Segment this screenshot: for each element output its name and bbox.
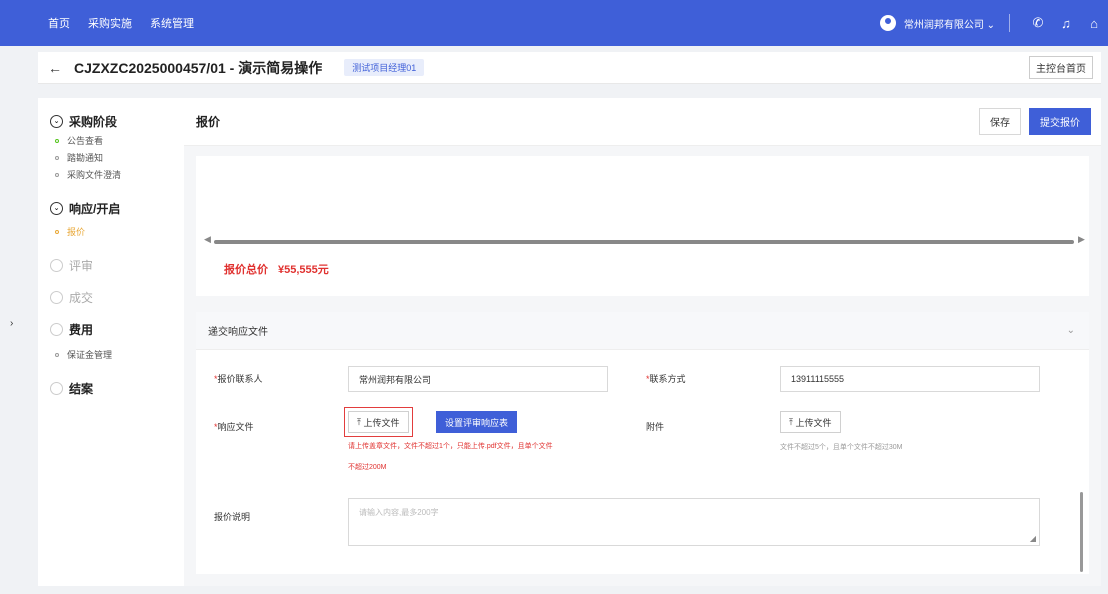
chevron-down-icon[interactable]: ⌄ — [1067, 325, 1075, 336]
contact-label: *报价联系人 — [214, 374, 263, 384]
item-label: 采购文件澄清 — [67, 170, 122, 180]
step-dot-icon — [55, 155, 59, 160]
section-title: 报价 — [196, 115, 221, 129]
attachment-label: 附件 — [646, 422, 665, 432]
scroll-left-icon[interactable]: ◀ — [204, 234, 211, 245]
item-label: 保证金管理 — [67, 350, 113, 360]
stage-close[interactable]: 结案 — [38, 377, 184, 399]
phone-label: *联系方式 — [646, 374, 686, 384]
textarea-placeholder: 请输入内容,最多200字 — [359, 508, 439, 517]
step-dot-icon — [55, 352, 59, 357]
total-value: ¥55,555元 — [278, 264, 329, 276]
scroll-right-icon[interactable]: ▶ — [1078, 234, 1085, 245]
console-home-button[interactable]: 主控台首页 — [1029, 56, 1093, 79]
sidebar-item-quote[interactable]: 报价 — [38, 223, 184, 240]
phone-icon[interactable]: ✆ — [1024, 15, 1052, 31]
upload-hint: 请上传盖章文件，文件不超过1个，只能上传.pdf文件，且单个文件 不超过200M — [348, 443, 553, 471]
menu-system[interactable]: 系统管理 — [150, 15, 194, 31]
menu-home[interactable]: 首页 — [48, 15, 70, 31]
stage-review[interactable]: 评审 — [38, 254, 184, 276]
stage-label: 响应/开启 — [69, 201, 121, 216]
circle-icon — [50, 381, 63, 395]
divider — [1009, 14, 1010, 32]
sidebar-item-notice[interactable]: 公告查看 — [38, 132, 184, 149]
description-textarea[interactable]: 请输入内容,最多200字 ◢ — [348, 498, 1040, 546]
chevron-circle-icon: ⌄ — [50, 201, 63, 215]
main-content: 报价 保存 提交报价 ◀ ▶ 报价总价 ¥55,555元 递交响应文件 ⌄ *报价… — [184, 98, 1101, 586]
menu-procurement[interactable]: 采购实施 — [88, 15, 132, 31]
circle-icon — [50, 322, 63, 336]
price-card: ◀ ▶ 报价总价 ¥55,555元 — [196, 156, 1089, 296]
stage-label: 评审 — [69, 258, 94, 273]
stage-fees[interactable]: 费用 — [38, 318, 184, 340]
stage-response[interactable]: ⌄ 响应/开启 — [38, 197, 184, 219]
phone-input[interactable]: 13911115555 — [780, 366, 1040, 392]
description-label: 报价说明 — [214, 512, 251, 522]
set-review-table-button[interactable]: 设置评审响应表 — [436, 411, 518, 433]
top-nav: 首页 采购实施 系统管理 常州润邦有限公司 ⌄ ✆ ♫ ⌂ — [0, 0, 1108, 46]
step-dot-icon — [55, 172, 59, 177]
action-buttons: 保存 提交报价 — [979, 108, 1091, 135]
save-button[interactable]: 保存 — [979, 108, 1021, 135]
form-title: 递交响应文件 — [208, 327, 268, 338]
top-menu: 首页 采购实施 系统管理 — [48, 15, 212, 31]
page-header: ← CJZXZC2025000457/01 - 演示简易操作 测试项目经理01 … — [38, 52, 1101, 84]
stage-label: 采购阶段 — [69, 114, 118, 129]
stage-label: 结案 — [69, 381, 94, 396]
total-price: 报价总价 ¥55,555元 — [224, 261, 329, 277]
stage-deal[interactable]: 成交 — [38, 286, 184, 308]
circle-icon — [50, 290, 63, 304]
form-header[interactable]: 递交响应文件 ⌄ — [196, 312, 1089, 350]
item-label: 报价 — [67, 227, 86, 237]
sidebar-toggle-icon[interactable]: › — [10, 318, 13, 329]
stage-sidebar: ⌄ 采购阶段 公告查看 踏勘通知 采购文件澄清 ⌄ 响应/开启 报价 评审 成交… — [38, 98, 184, 586]
company-dropdown[interactable]: 常州润邦有限公司 ⌄ — [904, 16, 995, 31]
sidebar-item-clarify[interactable]: 采购文件澄清 — [38, 166, 184, 183]
bell-icon[interactable]: ♫ — [1052, 16, 1080, 31]
home-icon[interactable]: ⌂ — [1080, 16, 1108, 31]
step-dot-icon — [55, 229, 59, 234]
chevron-circle-icon: ⌄ — [50, 114, 63, 128]
top-right: 常州润邦有限公司 ⌄ ✆ ♫ ⌂ — [879, 0, 1108, 46]
response-form: 递交响应文件 ⌄ *报价联系人 常州润邦有限公司 *联系方式 139111155… — [196, 312, 1089, 574]
sidebar-item-survey[interactable]: 踏勘通知 — [38, 149, 184, 166]
resize-handle-icon[interactable]: ◢ — [1030, 534, 1036, 543]
submit-quote-button[interactable]: 提交报价 — [1029, 108, 1091, 135]
section-header: 报价 保存 提交报价 — [184, 98, 1101, 146]
circle-icon — [50, 258, 63, 272]
upload-response-button[interactable]: ⤒ 上传文件 — [344, 407, 413, 437]
upload-label: 上传文件 — [363, 417, 400, 428]
vertical-scrollbar[interactable] — [1080, 492, 1083, 572]
item-label: 踏勘通知 — [67, 153, 104, 163]
back-icon[interactable]: ← — [48, 60, 62, 76]
project-manager-tag: 测试项目经理01 — [344, 59, 425, 76]
stage-label: 成交 — [69, 290, 94, 305]
item-label: 公告查看 — [67, 136, 104, 146]
stage-label: 费用 — [69, 322, 94, 337]
horizontal-scrollbar[interactable] — [214, 240, 1074, 244]
page-title: CJZXZC2025000457/01 - 演示简易操作 — [74, 59, 323, 76]
total-label: 报价总价 — [224, 264, 268, 276]
upload-label: 上传文件 — [795, 417, 832, 428]
stage-procurement[interactable]: ⌄ 采购阶段 — [38, 110, 184, 132]
sidebar-item-deposit[interactable]: 保证金管理 — [38, 346, 184, 363]
response-file-label: *响应文件 — [214, 422, 254, 432]
upload-attachment-button[interactable]: ⤒ 上传文件 — [780, 411, 841, 433]
avatar[interactable] — [879, 15, 896, 31]
contact-input[interactable]: 常州润邦有限公司 — [348, 366, 608, 392]
step-dot-icon — [55, 138, 59, 143]
attachment-hint: 文件不超过5个，且单个文件不超过30M — [780, 444, 903, 451]
